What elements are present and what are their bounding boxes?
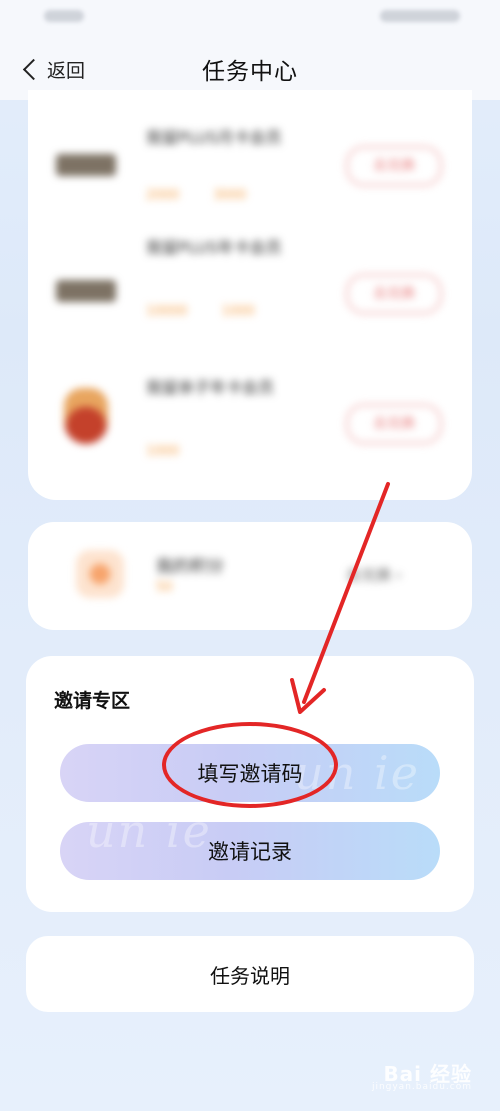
status-icons (380, 10, 460, 22)
task-description-button[interactable]: 任务说明 (26, 936, 474, 1012)
button-decoration: un ie (86, 822, 212, 858)
reward-item[interactable]: 我留亲子年卡会员 1000 去兑换 (28, 358, 472, 478)
reward-meta: 1000 (146, 444, 180, 459)
reward-meta: 10000 1000 (146, 304, 255, 319)
highlight-circle (162, 722, 338, 808)
section-heading: 邀请专区 (54, 690, 131, 712)
reward-image (56, 280, 116, 302)
redeem-button[interactable]: 去兑换 (346, 146, 442, 186)
page-title: 任务中心 (202, 59, 298, 85)
redeem-button[interactable]: 去兑换 (346, 274, 442, 314)
task-description-label: 任务说明 (210, 963, 290, 988)
invite-records-label: 邀请记录 (208, 840, 292, 864)
invite-records-button[interactable]: un ie 邀请记录 (60, 822, 440, 880)
points-card[interactable]: 我的积分 50 去兑换 › (28, 522, 472, 630)
reward-name: 我留亲子年卡会员 (146, 378, 275, 397)
reward-image (56, 154, 116, 176)
points-icon (76, 550, 124, 598)
points-value: 50 (156, 580, 173, 595)
points-link[interactable]: 去兑换 › (346, 564, 402, 585)
rewards-card: 我留PLUS月卡会员 2000 3000 去兑换 我留PLUS年卡会员 1000… (28, 90, 472, 500)
status-time (44, 10, 84, 22)
reward-meta: 2000 3000 (146, 188, 247, 203)
points-title: 我的积分 (156, 557, 224, 577)
status-bar (0, 0, 500, 36)
reward-item[interactable]: 我留PLUS年卡会员 10000 1000 去兑换 (28, 218, 472, 338)
watermark-logo: Bai 经验 jingyan.baidu.com (371, 1062, 472, 1092)
redeem-button[interactable]: 去兑换 (346, 404, 442, 444)
teddy-bear-image (64, 388, 108, 444)
reward-item[interactable]: 我留PLUS月卡会员 2000 3000 去兑换 (28, 98, 472, 218)
reward-name: 我留PLUS年卡会员 (146, 238, 282, 257)
reward-name: 我留PLUS月卡会员 (146, 128, 282, 147)
